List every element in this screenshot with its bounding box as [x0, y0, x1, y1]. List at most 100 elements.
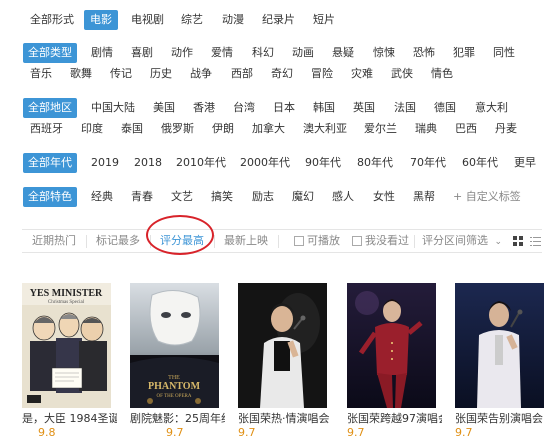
genre-item[interactable]: 情色	[431, 64, 453, 84]
movie-poster[interactable]	[347, 283, 436, 408]
genre-item[interactable]: 西部	[231, 64, 253, 84]
genre-item[interactable]: 战争	[190, 64, 212, 84]
sort-most-marked[interactable]: 标记最多	[96, 230, 140, 252]
region-item[interactable]: 台湾	[233, 98, 255, 118]
genre-item[interactable]: 历史	[150, 64, 172, 84]
feature-item[interactable]: 黑帮	[413, 187, 435, 207]
unwatched-checkbox[interactable]	[352, 236, 362, 246]
divider	[278, 235, 279, 248]
region-item[interactable]: 日本	[273, 98, 295, 118]
genre-item[interactable]: 动画	[292, 43, 314, 63]
genre-item[interactable]: 歌舞	[70, 64, 92, 84]
genre-item[interactable]: 爱情	[211, 43, 233, 63]
type-variety[interactable]: 综艺	[181, 10, 203, 30]
era-item[interactable]: 2000年代	[240, 153, 290, 173]
movie-title[interactable]: 张国荣跨越97演唱会	[347, 412, 442, 425]
era-item[interactable]: 80年代	[357, 153, 393, 173]
era-item[interactable]: 90年代	[305, 153, 341, 173]
era-item[interactable]: 70年代	[410, 153, 446, 173]
movie-title[interactable]: 张国荣告别演唱会	[455, 412, 550, 425]
region-item[interactable]: 德国	[434, 98, 456, 118]
playable-label[interactable]: 可播放	[307, 230, 340, 252]
region-item[interactable]: 美国	[153, 98, 175, 118]
type-tv[interactable]: 电视剧	[131, 10, 164, 30]
region-item[interactable]: 印度	[81, 119, 103, 139]
genre-item[interactable]: 剧情	[91, 43, 113, 63]
feature-item[interactable]: 魔幻	[292, 187, 314, 207]
region-item[interactable]: 泰国	[121, 119, 143, 139]
feature-item[interactable]: 青春	[131, 187, 153, 207]
region-item[interactable]: 香港	[193, 98, 215, 118]
region-item[interactable]: 西班牙	[30, 119, 63, 139]
era-item[interactable]: 60年代	[462, 153, 498, 173]
svg-text:Christmas Special: Christmas Special	[48, 300, 85, 305]
feature-item[interactable]: 经典	[91, 187, 113, 207]
playable-checkbox[interactable]	[294, 236, 304, 246]
score-filter-dropdown[interactable]: 评分区间筛选 ⌄	[422, 230, 502, 252]
region-item[interactable]: 中国大陆	[91, 98, 135, 118]
divider	[214, 235, 215, 248]
region-item[interactable]: 韩国	[313, 98, 335, 118]
feature-item[interactable]: 女性	[373, 187, 395, 207]
type-all[interactable]: 全部形式	[30, 10, 74, 30]
type-anime[interactable]: 动漫	[222, 10, 244, 30]
feature-item[interactable]: 励志	[252, 187, 274, 207]
region-item[interactable]: 瑞典	[415, 119, 437, 139]
region-item[interactable]: 法国	[394, 98, 416, 118]
genre-item[interactable]: 恐怖	[413, 43, 435, 63]
movie-title[interactable]: 是，大臣 1984圣诞特辑	[22, 412, 117, 425]
sort-hot[interactable]: 近期热门	[32, 230, 76, 252]
type-movie[interactable]: 电影	[84, 10, 118, 30]
genre-item[interactable]: 灾难	[351, 64, 373, 84]
type-short[interactable]: 短片	[313, 10, 335, 30]
era-item[interactable]: 2010年代	[176, 153, 226, 173]
movie-poster[interactable]: YES MINISTER Christmas Special	[22, 283, 111, 408]
genre-all[interactable]: 全部类型	[23, 43, 77, 63]
genre-item[interactable]: 喜剧	[131, 43, 153, 63]
region-item[interactable]: 意大利	[475, 98, 508, 118]
region-item[interactable]: 加拿大	[252, 119, 285, 139]
genre-item[interactable]: 冒险	[311, 64, 333, 84]
region-item[interactable]: 俄罗斯	[161, 119, 194, 139]
region-all[interactable]: 全部地区	[23, 98, 77, 118]
movie-title[interactable]: 剧院魅影：25周年纪念演出	[130, 412, 225, 425]
movie-poster[interactable]: THE PHANTOM OF THE OPERA	[130, 283, 219, 408]
era-all[interactable]: 全部年代	[23, 153, 77, 173]
feature-item[interactable]: 文艺	[171, 187, 193, 207]
movie-poster[interactable]	[238, 283, 327, 408]
type-documentary[interactable]: 纪录片	[262, 10, 295, 30]
region-item[interactable]: 澳大利亚	[303, 119, 347, 139]
list-view-icon[interactable]	[530, 236, 541, 247]
genre-item[interactable]: 奇幻	[271, 64, 293, 84]
genre-item[interactable]: 惊悚	[373, 43, 395, 63]
genre-item[interactable]: 犯罪	[453, 43, 475, 63]
era-item[interactable]: 2019	[91, 153, 119, 173]
region-item[interactable]: 丹麦	[495, 119, 517, 139]
custom-tag-button[interactable]: + 自定义标签	[453, 187, 521, 207]
era-item[interactable]: 2018	[134, 153, 162, 173]
genre-item[interactable]: 动作	[171, 43, 193, 63]
region-item[interactable]: 爱尔兰	[364, 119, 397, 139]
genre-item[interactable]: 武侠	[391, 64, 413, 84]
feature-all[interactable]: 全部特色	[23, 187, 77, 207]
genre-item[interactable]: 音乐	[30, 64, 52, 84]
genre-item[interactable]: 悬疑	[332, 43, 354, 63]
genre-item[interactable]: 同性	[493, 43, 515, 63]
era-item[interactable]: 更早	[514, 153, 536, 173]
sort-newest[interactable]: 最新上映	[224, 230, 268, 252]
movie-title[interactable]: 张国荣热·情演唱会	[238, 412, 333, 425]
region-item[interactable]: 巴西	[455, 119, 477, 139]
grid-view-icon[interactable]	[513, 236, 524, 247]
feature-item[interactable]: 感人	[332, 187, 354, 207]
movie-poster[interactable]	[455, 283, 544, 408]
movie-score: 9.7	[455, 426, 473, 439]
unwatched-label[interactable]: 我没看过	[365, 230, 409, 252]
genre-item[interactable]: 科幻	[252, 43, 274, 63]
genre-item[interactable]: 传记	[110, 64, 132, 84]
feature-item[interactable]: 搞笑	[211, 187, 233, 207]
divider	[414, 235, 415, 248]
movie-score: 9.7	[238, 426, 256, 439]
region-item[interactable]: 伊朗	[212, 119, 234, 139]
region-item[interactable]: 英国	[353, 98, 375, 118]
sort-bar: 近期热门 标记最多 评分最高 最新上映 可播放 我没看过 评分区间筛选 ⌄	[22, 229, 542, 253]
